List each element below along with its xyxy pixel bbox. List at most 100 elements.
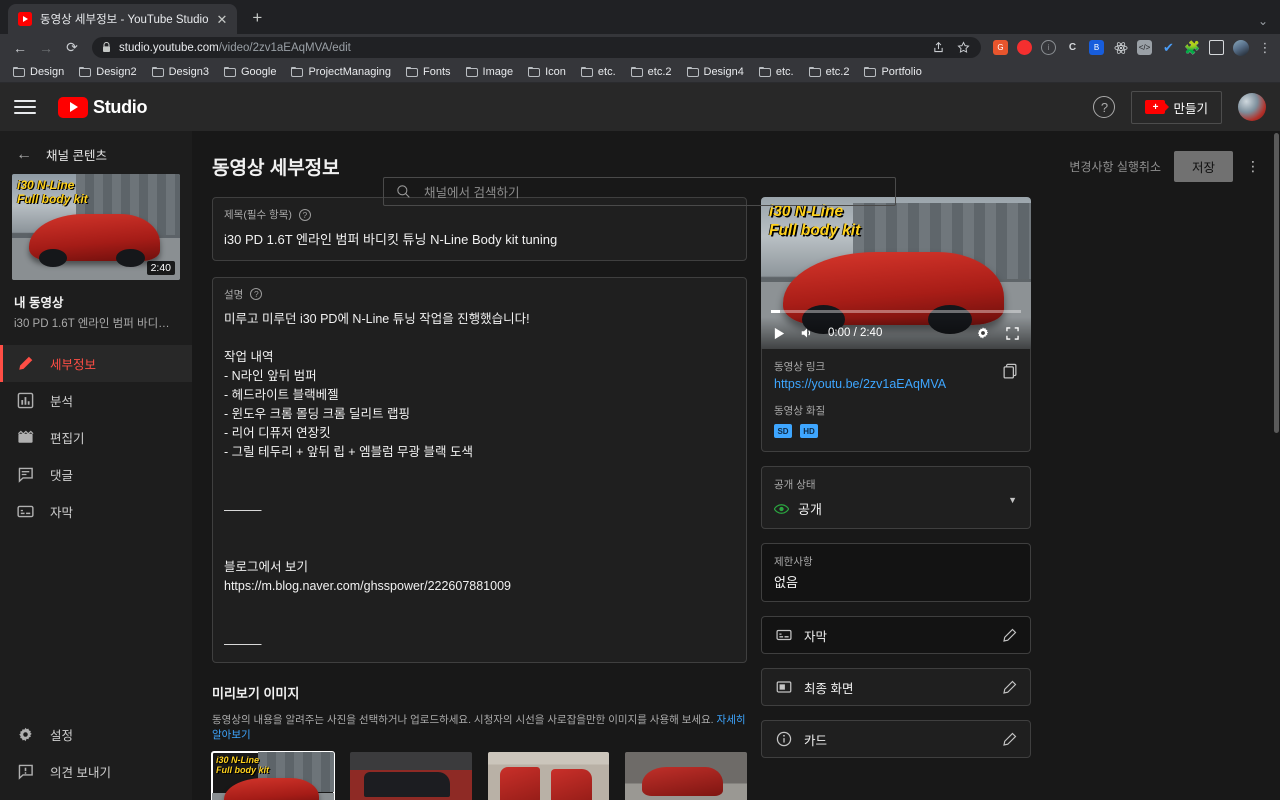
browser-tab[interactable]: 동영상 세부정보 - YouTube Studio ✕ [8,4,237,34]
url-domain: studio.youtube.com [119,42,219,54]
bookmark-item[interactable]: Design4 [680,64,751,80]
address-bar[interactable]: studio.youtube.com/video/2zv1aEAqMVA/edi… [92,37,981,58]
bitwarden-icon[interactable]: B [1089,40,1104,55]
sidebar-item-details[interactable]: 세부정보 [0,345,192,382]
code-icon[interactable]: </> [1137,40,1152,55]
back-to-content[interactable]: ← 채널 콘텐츠 [0,131,192,174]
thumbnail-option-2[interactable] [350,752,472,800]
description-field[interactable]: 설명 ? 미루고 미루던 i30 PD에 N-Line 튜닝 작업을 진행했습니… [212,277,747,663]
bookmark-item[interactable]: Design2 [72,64,143,80]
bookmark-item[interactable]: Fonts [399,64,458,80]
help-icon[interactable]: ? [299,209,311,221]
chevron-down-icon[interactable]: ⌄ [1258,14,1280,28]
search-input[interactable]: 채널에서 검색하기 [383,177,896,206]
share-icon[interactable] [931,40,946,55]
puzzle-icon[interactable]: 🧩 [1185,40,1200,55]
more-options-icon[interactable]: ⋮ [1246,162,1258,170]
profile-avatar-icon[interactable] [1233,40,1249,56]
bookmark-item[interactable]: Design [6,64,71,80]
volume-icon[interactable] [800,326,814,340]
bookmark-item[interactable]: etc. [574,64,623,80]
channel-avatar[interactable] [1238,93,1266,121]
help-icon[interactable]: ? [250,288,262,300]
chevron-down-icon[interactable]: ▼ [1008,495,1017,505]
help-icon[interactable]: ? [1093,96,1115,118]
colorzilla-icon[interactable]: C [1065,40,1080,55]
folder-icon [631,67,643,77]
thumbnail-option-4[interactable] [625,752,747,800]
close-tab-icon[interactable]: ✕ [216,13,227,26]
thumbnail-overlay-text: i30 N-Line Full body kit [17,178,88,206]
sidebar-video-thumbnail[interactable]: i30 N-Line Full body kit 2:40 [12,174,180,280]
bookmark-item[interactable]: etc.2 [624,64,679,80]
play-icon[interactable] [773,327,786,340]
page-title: 동영상 세부정보 [212,153,340,180]
bookmark-item[interactable]: etc. [752,64,801,80]
copy-icon[interactable] [1002,363,1018,379]
create-button[interactable]: + 만들기 [1131,91,1222,124]
tab-strip: 동영상 세부정보 - YouTube Studio ✕ + ⌄ [0,0,1280,34]
search-icon [396,184,411,199]
video-link-card: 동영상 링크 https://youtu.be/2zv1aEAqMVA 동영상 … [761,349,1031,452]
adblock-icon[interactable] [1017,40,1032,55]
back-label: 채널 콘텐츠 [46,145,107,164]
pencil-icon[interactable] [1002,732,1017,747]
restrictions-card: 제한사항 없음 [761,543,1031,602]
bookmark-item[interactable]: Image [459,64,521,80]
player-progress-fill [771,310,780,313]
check-icon[interactable]: ✔ [1161,40,1176,55]
bookmark-item[interactable]: Portfolio [857,64,928,80]
bookmark-item[interactable]: Icon [521,64,573,80]
bookmark-label: Portfolio [881,66,921,78]
cards-row[interactable]: 카드 [761,720,1031,758]
thumbnail-option-3[interactable] [488,752,610,800]
thumbnail-option-1[interactable]: i30 N-Line Full body kit [212,752,334,800]
arrow-left-icon: ← [16,146,32,164]
subtitles-row[interactable]: 자막 [761,616,1031,654]
sidebar-item-editor[interactable]: 편집기 [0,419,192,456]
pencil-icon[interactable] [1002,628,1017,643]
scrollbar-thumb[interactable] [1274,133,1279,433]
save-button[interactable]: 저장 [1174,151,1233,182]
sidebar-item-settings[interactable]: 설정 [0,716,192,753]
visibility-value-row: 공개 [774,499,1018,518]
bookmark-item[interactable]: etc.2 [802,64,857,80]
reload-button[interactable]: ⟳ [60,36,84,60]
undo-changes-label[interactable]: 변경사항 실행취소 [1069,158,1161,175]
page-scrollbar[interactable] [1273,131,1280,800]
player-time: 0:00 / 2:40 [828,327,882,339]
bookmark-item[interactable]: Google [217,64,283,80]
endscreen-row[interactable]: 최종 화면 [761,668,1031,706]
video-link-url[interactable]: https://youtu.be/2zv1aEAqMVA [774,377,1018,391]
back-button[interactable]: ← [8,36,32,60]
folder-icon [152,67,164,77]
fullscreen-icon[interactable] [1006,327,1019,340]
star-icon[interactable] [956,40,971,55]
video-player[interactable]: i30 N-Line Full body kit [761,197,1031,349]
forward-button[interactable]: → [34,36,58,60]
grammarly-icon[interactable]: G [993,40,1008,55]
browser-menu-icon[interactable]: ⋮ [1258,40,1272,56]
studio-logo[interactable]: Studio [58,97,147,118]
visibility-value: 공개 [798,499,822,518]
new-tab-button[interactable]: + [243,4,271,32]
bookmark-item[interactable]: Design3 [145,64,216,80]
react-devtools-icon[interactable] [1113,40,1128,55]
sidebar-item-analytics[interactable]: 분석 [0,382,192,419]
sidepanel-icon[interactable] [1209,40,1224,55]
bookmark-item[interactable]: ProjectManaging [284,64,398,80]
sidebar-item-feedback[interactable]: 의견 보내기 [0,753,192,790]
hamburger-icon[interactable] [14,96,36,118]
sd-badge: SD [774,424,792,438]
sidebar-item-subtitles[interactable]: 자막 [0,493,192,530]
title-field[interactable]: 제목(필수 항목) ? i30 PD 1.6T 엔라인 범퍼 바디킷 튜닝 N-… [212,197,747,261]
sidebar-item-comments[interactable]: 댓글 [0,456,192,493]
pencil-icon[interactable] [1002,680,1017,695]
gear-icon [16,726,34,744]
player-progress-bar[interactable] [771,310,1021,313]
video-camera-icon: + [1145,100,1165,114]
info-icon[interactable]: i [1041,40,1056,55]
visibility-card[interactable]: 공개 상태 공개 ▼ [761,466,1031,529]
gear-icon[interactable] [976,326,990,340]
bookmarks-bar: Design Design2 Design3 Google ProjectMan… [0,61,1280,83]
